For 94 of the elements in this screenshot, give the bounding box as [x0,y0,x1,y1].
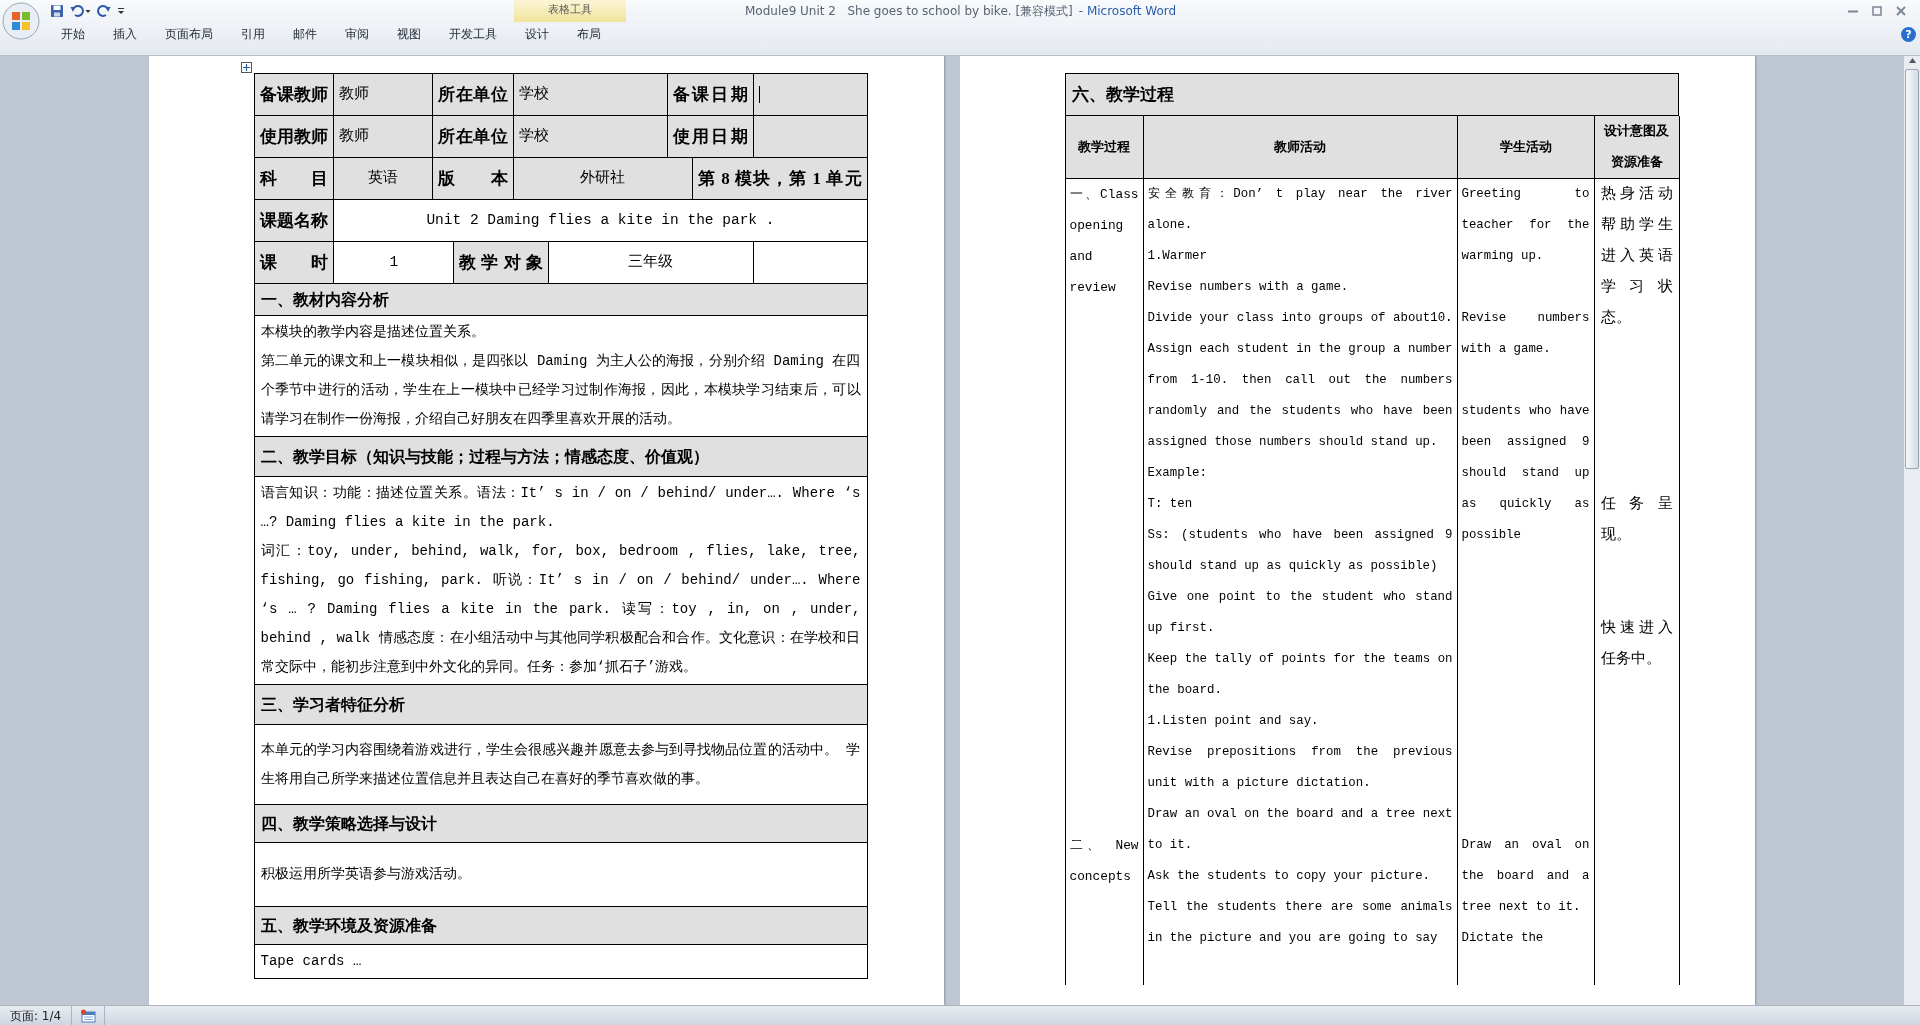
paragraph: Keep the tally of points for the teams on the board. [1147,651,1453,699]
table-cell: 课 时 [254,242,335,284]
maximize-icon [1872,6,1882,16]
paragraph: Give one point to the student who stand up first. [1147,589,1453,637]
table-cell: 英语 [334,158,434,200]
paragraph: 热身活动帮助学生进入英语学习状态。 [1600,185,1673,329]
ribbon-tab[interactable]: 视图 [383,23,435,45]
move-handle-icon[interactable] [240,62,252,73]
table-cell: 备课日期 [667,74,754,116]
column-header: 教学过程 [1065,116,1144,179]
redo-icon [97,4,111,18]
table-cell: 外研社 [514,158,693,200]
text-cursor [758,86,760,103]
table-cell: 使用教师 [254,116,335,158]
tab-group-label: 表格工具 [514,0,626,22]
undo-button[interactable] [70,4,91,18]
save-icon [50,4,64,18]
ribbon-tab[interactable]: 布局 [563,23,615,45]
column-header: 教师活动 [1143,116,1458,179]
undo-icon [70,4,84,18]
scrollbar[interactable] [1903,56,1920,1005]
paragraph: Draw an oval on the board and a tree next to it. [1461,837,1590,916]
paragraph: Example: [1147,465,1208,482]
ribbon-tab[interactable]: 开始 [47,23,99,45]
maximize-button[interactable] [1872,6,1882,16]
paragraph: T: ten [1147,496,1194,513]
table-cell: 所在单位 [433,74,515,116]
table-cell: 学校 [514,74,668,116]
table-cell: 教师 [334,74,434,116]
section-heading: 五、教学环境及资源准备 [254,907,868,945]
help-button[interactable]: ? [1901,26,1916,42]
paragraph: 积极运用所学英语参与游戏活动。 [260,865,472,884]
minimize-icon [1848,9,1858,13]
paragraph: Tape cards … [260,952,363,971]
office-logo-icon [2,2,40,40]
close-button[interactable] [1896,6,1906,16]
redo-button[interactable] [97,4,111,18]
paragraph: 第二单元的课文和上一模块相似，是四张以 Daming 为主人公的海报，分别介绍 Daming 在四个季节中进行的活动，学生在上一模块中已经学习过制作海报，因此，本模块学习结束后，可以请学习在制作一份海报，介绍自己好朋友在四季里喜欢开展的活动。 [260,352,861,429]
paragraph: 本模块的教学内容是描述位置关系。 [260,323,486,342]
minimize-button[interactable] [1848,9,1858,13]
paragraph: Tell the students there are some animals in the picture and you are going to say [1147,899,1453,947]
paragraph: Ss: (students who have been assigned 9 should stand up as quickly as possible) [1147,527,1453,575]
ribbon-tab[interactable]: 插入 [99,23,151,45]
ribbon-tab[interactable]: 邮件 [279,23,331,45]
column-header: 设计意图及资源准备 [1594,116,1680,179]
ribbon-tab[interactable]: 引用 [227,23,279,45]
paragraph: Divide your class into groups of about10. Assign each student in the group a number from 1-10. then call out the numbers randomly and the students who have been assigned those numbers should stand up. [1147,310,1453,451]
paragraph: 二、 New concepts [1069,837,1139,886]
paragraph: 快速进入任务中。 [1600,618,1673,670]
ribbon-tab[interactable]: 审阅 [331,23,383,45]
table-cell: 版 本 [433,158,515,200]
save-button[interactable] [50,4,64,18]
section-heading: 四、教学策略选择与设计 [254,805,868,843]
office-button[interactable] [2,1,42,41]
page-indicator: 页面: 1/4 [0,1006,73,1025]
paragraph: Revise prepositions from the previous unit with a picture dictation. [1147,744,1453,792]
paragraph: Draw an oval on the board and a tree next to it. [1147,806,1453,854]
table-cell: 所在单位 [433,116,515,158]
table-cell: 教师 [334,116,434,158]
table-cell: 课题名称 [254,200,335,242]
window-title: Module9 Unit 2 She goes to school by bike. [兼容模式] [745,3,1073,20]
table-cell: 教学对象 [454,242,549,284]
table-cell: 第 8 模块，第 1 单元 [692,158,868,200]
paragraph: students who have been assigned 9 should stand up as quickly as possible [1461,403,1590,544]
paragraph: 一、Class opening and review [1069,186,1139,297]
app-name: - Microsoft Word [1078,3,1177,20]
scrollbar-thumb[interactable] [1905,69,1919,469]
paragraph: 安全教育：Don’ t play near the river alone. [1147,185,1453,234]
table-cell: 科 目 [254,158,335,200]
paragraph: Revise numbers with a game. [1147,279,1350,296]
section-heading: 二、教学目标（知识与技能；过程与方法；情感态度、价值观） [254,437,868,477]
close-icon [1896,6,1906,16]
paragraph: 语言知识：功能：描述位置关系。语法：It’ s in / on / behind/ under…. Where ‘s …? Daming flies a kite in the park. [260,484,861,532]
paragraph: 本单元的学习内容围绕着游戏进行，学生会很感兴趣并愿意去参与到寻找物品位置的活动中。 学生将用自己所学来描述位置信息并且表达自己在喜好的季节喜欢做的事。 [260,740,861,789]
paragraph: Dictate the [1461,930,1545,947]
section-heading: 一、教材内容分析 [254,284,868,316]
table-cell: 备课教师 [254,74,335,116]
table-cell: 学校 [514,116,668,158]
table-cell: 使用日期 [667,116,754,158]
column-header: 学生活动 [1457,116,1595,179]
paragraph: 任务呈现。 [1600,495,1673,546]
paragraph: Greeting to teacher for the warming up. [1461,186,1590,265]
ribbon-tab[interactable]: 开发工具 [435,23,511,45]
macro-record-icon[interactable] [80,1008,97,1023]
ribbon-tab[interactable]: 页面布局 [151,23,227,45]
paragraph: Ask the students to copy your picture. [1147,868,1432,885]
ribbon-tab[interactable]: 设计 [511,23,563,45]
paragraph: Revise numbers with a game. [1461,310,1590,358]
paragraph: 1.Listen point and say. [1147,713,1320,730]
section-heading: 六、教学过程 [1065,74,1679,116]
paragraph: 1.Warmer [1147,248,1208,265]
section-heading: 三、学习者特征分析 [254,685,868,725]
paragraph: 词汇：toy, under, behind, walk, for, box, bedroom , flies, lake, tree, fishing, go fishing, park. 听说：It’ s in / on / behind/ under…. Where ‘s … ? Daming flies a kite in the park. 读写：toy , in, on , under, behind , walk 情感态度：在小组活动中与其他同学积极配合和合作。文化意识：在学校和日常交际中，能初步注意到中外文化的异同。任务：参加‘抓石子’游戏。 [260,542,861,677]
up-arrow-icon[interactable] [1907,56,1917,65]
